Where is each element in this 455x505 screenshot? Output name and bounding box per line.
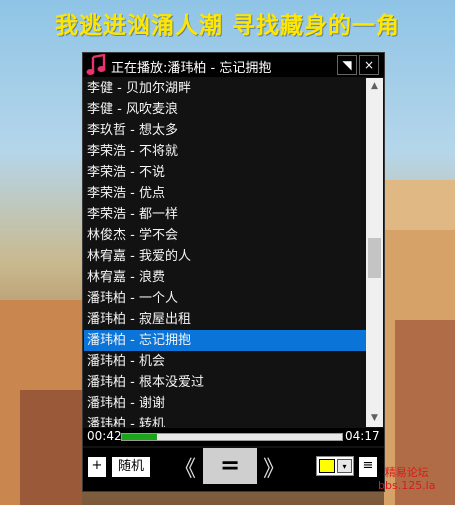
list-item[interactable]: 潘玮柏 - 根本没爱过 — [84, 372, 366, 393]
list-item[interactable]: 潘玮柏 - 一个人 — [84, 288, 366, 309]
background-building — [20, 390, 82, 505]
random-mode-button[interactable]: 随机 — [112, 457, 150, 477]
scroll-up-icon[interactable]: ▲ — [366, 78, 383, 95]
list-item[interactable]: 李荣浩 - 优点 — [84, 183, 366, 204]
seek-bar[interactable] — [121, 433, 343, 441]
list-item[interactable]: 潘玮柏 - 寂屋出租 — [84, 309, 366, 330]
title-bar[interactable]: 正在播放:潘玮柏 - 忘记拥抱 ◥ × — [83, 53, 384, 77]
background-building — [384, 180, 455, 230]
lyric-color-picker[interactable]: ▾ — [316, 456, 354, 476]
list-item[interactable]: 潘玮柏 - 转机 — [84, 414, 366, 427]
seek-bar-fill — [122, 434, 158, 440]
playlist[interactable]: 李健 - 贝加尔湖畔 李健 - 风吹麦浪 李玖哲 - 想太多 李荣浩 - 不将就 李荣浩… — [84, 78, 366, 427]
watermark-line2: bbs.125.la — [378, 479, 436, 492]
color-swatch — [319, 459, 335, 473]
menu-button[interactable]: ≡ — [359, 457, 377, 477]
progress-area: 00:42 04:17 — [83, 428, 384, 446]
desktop-lyric: 我逃进汹涌人潮 寻找藏身的一角 — [54, 13, 400, 39]
play-pause-button[interactable]: = — [203, 448, 257, 484]
music-note-icon — [86, 54, 106, 75]
scrollbar-thumb[interactable] — [368, 238, 381, 278]
list-item[interactable]: 李荣浩 - 不说 — [84, 162, 366, 183]
list-item[interactable]: 李玖哲 - 想太多 — [84, 120, 366, 141]
add-button[interactable]: + — [88, 457, 106, 477]
previous-button[interactable]: 《 — [174, 451, 196, 483]
list-item[interactable]: 林宥嘉 - 我爱的人 — [84, 246, 366, 267]
close-button[interactable]: × — [359, 55, 379, 75]
list-item-selected[interactable]: 潘玮柏 - 忘记拥抱 — [84, 330, 366, 351]
playlist-scrollbar[interactable]: ▲ ▼ — [366, 78, 383, 427]
control-bar: + 随机 《 = 》 ▾ ≡ — [83, 448, 384, 491]
list-item[interactable]: 李健 - 风吹麦浪 — [84, 99, 366, 120]
watermark: 精易论坛 bbs.125.la — [378, 466, 435, 492]
chevron-down-icon[interactable]: ▾ — [337, 459, 352, 473]
total-time: 04:17 — [345, 429, 380, 443]
elapsed-time: 00:42 — [87, 429, 122, 443]
list-item[interactable]: 潘玮柏 - 机会 — [84, 351, 366, 372]
scroll-down-icon[interactable]: ▼ — [366, 410, 383, 427]
watermark-line1: 精易论坛 — [384, 466, 429, 479]
menu-corner-button[interactable]: ◥ — [337, 55, 357, 75]
list-item[interactable]: 李荣浩 - 不将就 — [84, 141, 366, 162]
list-item[interactable]: 林俊杰 - 学不会 — [84, 225, 366, 246]
now-playing-title: 正在播放:潘玮柏 - 忘记拥抱 — [111, 61, 272, 76]
list-item[interactable]: 潘玮柏 - 谢谢 — [84, 393, 366, 414]
music-player-window: 正在播放:潘玮柏 - 忘记拥抱 ◥ × 李健 - 贝加尔湖畔 李健 - 风吹麦浪李… — [82, 52, 385, 492]
list-item[interactable]: 李健 - 贝加尔湖畔 — [84, 78, 366, 99]
list-item[interactable]: 李荣浩 - 都一样 — [84, 204, 366, 225]
next-button[interactable]: 》 — [263, 451, 285, 483]
list-item[interactable]: 林宥嘉 - 浪费 — [84, 267, 366, 288]
